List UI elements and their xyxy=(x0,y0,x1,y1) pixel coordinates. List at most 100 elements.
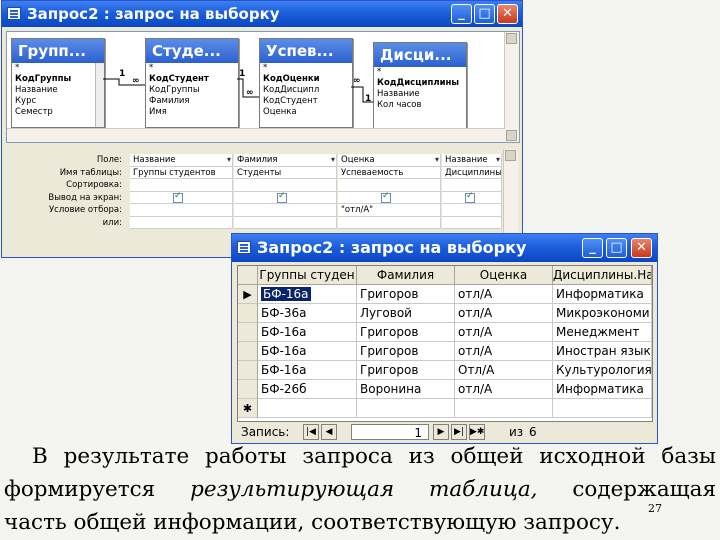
criteria-cell[interactable] xyxy=(130,204,233,217)
table-cell[interactable]: отл/А xyxy=(455,304,553,323)
field-cell[interactable]: Оценка xyxy=(338,154,441,167)
sort-cell[interactable] xyxy=(234,179,337,192)
table-cell[interactable]: БФ-16а xyxy=(258,323,357,342)
field-cell[interactable]: Фамилия xyxy=(234,154,337,167)
record-number-input[interactable]: 1 xyxy=(351,424,429,440)
table-cell[interactable]: Студенты xyxy=(234,166,337,179)
show-checkbox[interactable] xyxy=(465,192,475,203)
record-label: Запись: xyxy=(241,425,290,439)
relation-many-label: ∞ xyxy=(132,76,140,86)
table-cell[interactable]: Иностран язык xyxy=(553,342,652,361)
table-row[interactable]: БФ-36а Луговой отл/А Микроэкономи xyxy=(238,304,652,323)
window-title: Запрос2 : запрос на выборку xyxy=(27,5,280,23)
first-record-icon[interactable]: |◀ xyxy=(303,424,319,440)
table-cell[interactable]: БФ-36а xyxy=(258,304,357,323)
title-bar[interactable]: Запрос2 : запрос на выборку _ □ ✕ xyxy=(232,234,657,262)
show-checkbox[interactable] xyxy=(173,192,183,203)
text-span: содержащая xyxy=(537,477,717,502)
table-cell[interactable]: Успеваемость xyxy=(338,166,441,179)
or-cell[interactable] xyxy=(338,216,441,229)
table-cell[interactable] xyxy=(258,399,357,418)
or-cell[interactable] xyxy=(130,216,233,229)
table-cell[interactable]: Дисциплины xyxy=(442,166,502,179)
selected-cell-text: БФ-16а xyxy=(261,287,311,301)
show-cell[interactable] xyxy=(442,191,502,204)
table-cell[interactable]: Григоров xyxy=(357,323,455,342)
prev-record-icon[interactable]: ◀ xyxy=(321,424,337,440)
title-bar[interactable]: Запрос2 : запрос на выборку _ □ ✕ xyxy=(2,1,522,27)
show-checkbox[interactable] xyxy=(277,192,287,203)
criteria-cell[interactable] xyxy=(442,204,502,217)
table-row[interactable]: БФ-16а Григоров Отл/А Культурология xyxy=(238,361,652,380)
show-cell[interactable] xyxy=(234,191,337,204)
sort-cell[interactable] xyxy=(442,179,502,192)
criteria-cell[interactable]: "отл/А" xyxy=(338,204,441,217)
record-of-label: из xyxy=(509,425,524,439)
last-record-icon[interactable]: ▶| xyxy=(451,424,467,440)
table-cell[interactable]: отл/А xyxy=(455,380,553,399)
table-cell[interactable] xyxy=(357,399,455,418)
show-cell[interactable] xyxy=(338,191,441,204)
column-header[interactable]: Дисциплины.На xyxy=(553,266,652,285)
or-cell[interactable] xyxy=(234,216,337,229)
table-cell[interactable]: Луговой xyxy=(357,304,455,323)
select-all-cell[interactable] xyxy=(238,266,258,285)
table-cell[interactable]: Григоров xyxy=(357,361,455,380)
table-cell[interactable]: Менеджмент xyxy=(553,323,652,342)
table-row[interactable]: ▶ БФ-16а Григоров отл/А Информатика xyxy=(238,285,652,304)
column-header[interactable]: Оценка xyxy=(455,266,553,285)
maximize-button[interactable]: □ xyxy=(474,4,495,24)
table-cell[interactable]: БФ-16а xyxy=(258,361,357,380)
table-cell[interactable]: Воронина xyxy=(357,380,455,399)
table-cell[interactable]: отл/А xyxy=(455,285,553,304)
close-button[interactable]: ✕ xyxy=(631,238,652,258)
record-selector[interactable] xyxy=(238,342,258,361)
table-cell[interactable]: БФ-16а xyxy=(258,342,357,361)
relation-one-label: 1 xyxy=(239,69,246,79)
table-pane-vscroll[interactable] xyxy=(504,32,519,142)
table-row[interactable]: БФ-16а Григоров отл/А Менеджмент xyxy=(238,323,652,342)
new-record-icon[interactable]: ▶✱ xyxy=(469,424,485,440)
table-cell[interactable] xyxy=(455,399,553,418)
table-row[interactable]: БФ-16а Григоров отл/А Иностран язык xyxy=(238,342,652,361)
table-cell[interactable]: отл/А xyxy=(455,342,553,361)
minimize-button[interactable]: _ xyxy=(582,238,603,258)
table-cell[interactable]: Информатика xyxy=(553,285,652,304)
maximize-button[interactable]: □ xyxy=(606,238,627,258)
table-cell[interactable]: БФ-16а xyxy=(258,285,357,304)
new-record-marker[interactable]: ✱ xyxy=(238,399,258,418)
table-cell[interactable]: Группы студентов xyxy=(130,166,233,179)
new-record-row[interactable]: ✱ xyxy=(238,399,652,418)
column-header[interactable]: Фамилия xyxy=(357,266,455,285)
next-record-icon[interactable]: ▶ xyxy=(433,424,449,440)
emphasis-text: результирующая таблица, xyxy=(190,477,538,502)
table-cell[interactable]: Григоров xyxy=(357,342,455,361)
show-cell[interactable] xyxy=(130,191,233,204)
criteria-cell[interactable] xyxy=(234,204,337,217)
current-record-marker[interactable]: ▶ xyxy=(238,285,258,304)
table-cell[interactable] xyxy=(553,399,652,418)
sort-cell[interactable] xyxy=(338,179,441,192)
table-cell[interactable]: Культурология xyxy=(553,361,652,380)
table-cell[interactable]: Информатика xyxy=(553,380,652,399)
table-cell[interactable]: Отл/А xyxy=(455,361,553,380)
minimize-button[interactable]: _ xyxy=(451,4,472,24)
table-cell[interactable]: Григоров xyxy=(357,285,455,304)
record-selector[interactable] xyxy=(238,380,258,399)
close-button[interactable]: ✕ xyxy=(497,4,518,24)
record-selector[interactable] xyxy=(238,323,258,342)
table-cell[interactable]: БФ-26б xyxy=(258,380,357,399)
table-cell[interactable]: Микроэкономи xyxy=(553,304,652,323)
show-checkbox[interactable] xyxy=(381,192,391,203)
record-selector[interactable] xyxy=(238,304,258,323)
field-cell[interactable]: Название xyxy=(442,154,502,167)
table-row[interactable]: БФ-26б Воронина отл/А Информатика xyxy=(238,380,652,399)
sort-cell[interactable] xyxy=(130,179,233,192)
table-cell[interactable]: отл/А xyxy=(455,323,553,342)
or-cell[interactable] xyxy=(442,216,502,229)
table-pane-hscroll[interactable] xyxy=(7,128,505,142)
record-selector[interactable] xyxy=(238,361,258,380)
grid-label-or: или: xyxy=(102,217,122,228)
column-header[interactable]: Группы студен xyxy=(258,266,357,285)
field-cell[interactable]: Название xyxy=(130,154,233,167)
